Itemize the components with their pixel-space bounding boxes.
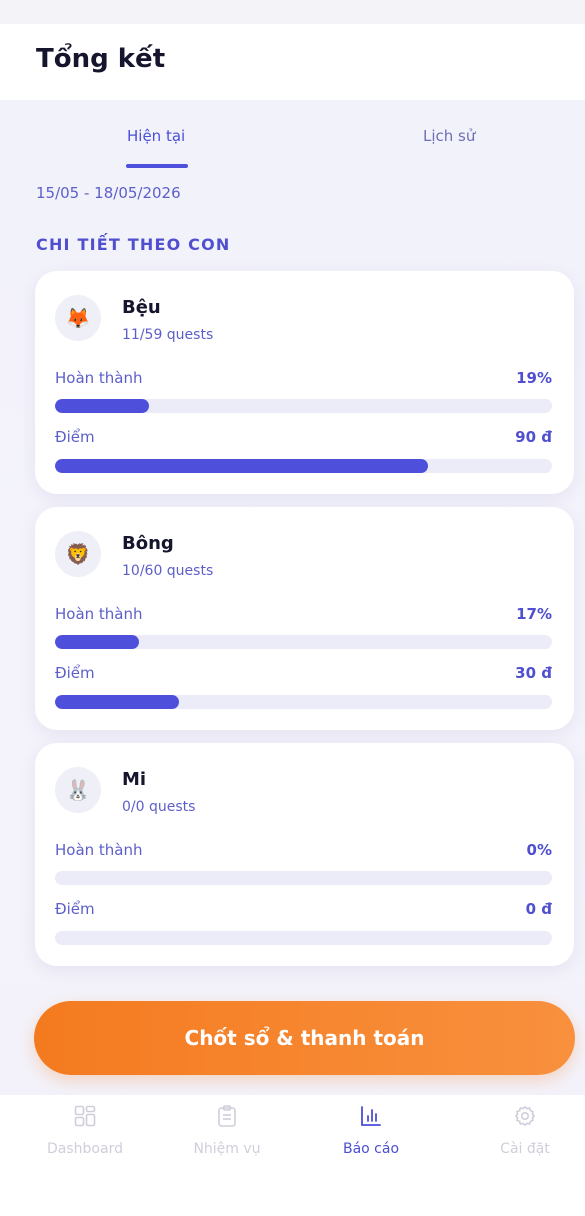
kid-name: Mi [122,769,147,790]
completion-progress-fill [55,399,150,413]
completion-label: Hoàn thành [55,369,143,387]
kid-quest-count: 0/0 quests [122,799,196,815]
nav-item-dashboard[interactable]: Dashboard [25,1105,145,1157]
bar-chart-icon [361,1106,381,1126]
points-value: 90 đ [515,428,552,446]
date-range: 15/05 - 18/05/2026 [36,184,181,202]
points-progress-bar [55,459,552,473]
completion-progress-fill [55,635,140,649]
tab-current[interactable]: Hiện tại [127,127,185,145]
points-progress-bar [55,695,552,709]
nav-label-tasks: Nhiệm vụ [193,1141,261,1157]
kid-card-bong[interactable]: 🦁 Bông 10/60 quests Hoàn thành 17% Điểm … [35,507,574,730]
nav-item-reports[interactable]: Báo cáo [311,1105,431,1157]
points-value: 30 đ [515,664,552,682]
active-tab-indicator [126,164,188,168]
kid-quest-count: 10/60 quests [122,563,214,579]
page-title: Tổng kết [36,44,166,74]
points-progress-bar [55,931,552,945]
completion-progress-bar [55,399,552,413]
rabbit-face-icon: 🐰 [55,767,101,813]
nav-item-tasks[interactable]: Nhiệm vụ [167,1105,287,1157]
completion-value: 0% [526,841,552,859]
nav-label-dashboard: Dashboard [47,1141,123,1157]
completion-progress-bar [55,871,552,885]
clipboard-list-icon [218,1105,236,1127]
points-label: Điểm [55,428,95,446]
kid-card-beu[interactable]: 🦊 Bệu 11/59 quests Hoàn thành 19% Điểm 9… [35,271,574,494]
completion-value: 17% [516,605,552,623]
completion-value: 19% [516,369,552,387]
completion-label: Hoàn thành [55,605,143,623]
completion-progress-bar [55,635,552,649]
points-label: Điểm [55,900,95,918]
bottom-nav: Dashboard Nhiệm vụ Báo cáo Cài đặt [0,1095,585,1216]
kid-name: Bệu [122,297,161,318]
points-label: Điểm [55,664,95,682]
settle-and-pay-button[interactable]: Chốt sổ & thanh toán [34,1001,575,1075]
completion-label: Hoàn thành [55,841,143,859]
tab-history[interactable]: Lịch sử [423,127,475,145]
kid-card-mi[interactable]: 🐰 Mi 0/0 quests Hoàn thành 0% Điểm 0 đ [35,743,574,966]
nav-label-reports: Báo cáo [342,1141,400,1157]
status-bar-area [0,0,585,24]
points-value: 0 đ [525,900,552,918]
nav-label-settings: Cài đặt [500,1141,550,1157]
fox-face-icon: 🦊 [55,295,101,341]
section-title: CHI TIẾT THEO CON [36,235,231,254]
kid-name: Bông [122,533,174,554]
points-progress-fill [55,695,180,709]
lion-face-icon: 🦁 [55,531,101,577]
points-progress-fill [55,459,428,473]
nav-item-settings[interactable]: Cài đặt [465,1105,585,1157]
kid-quest-count: 11/59 quests [122,327,214,343]
dashboard-grid-icon [74,1105,96,1127]
gear-icon [514,1105,536,1127]
